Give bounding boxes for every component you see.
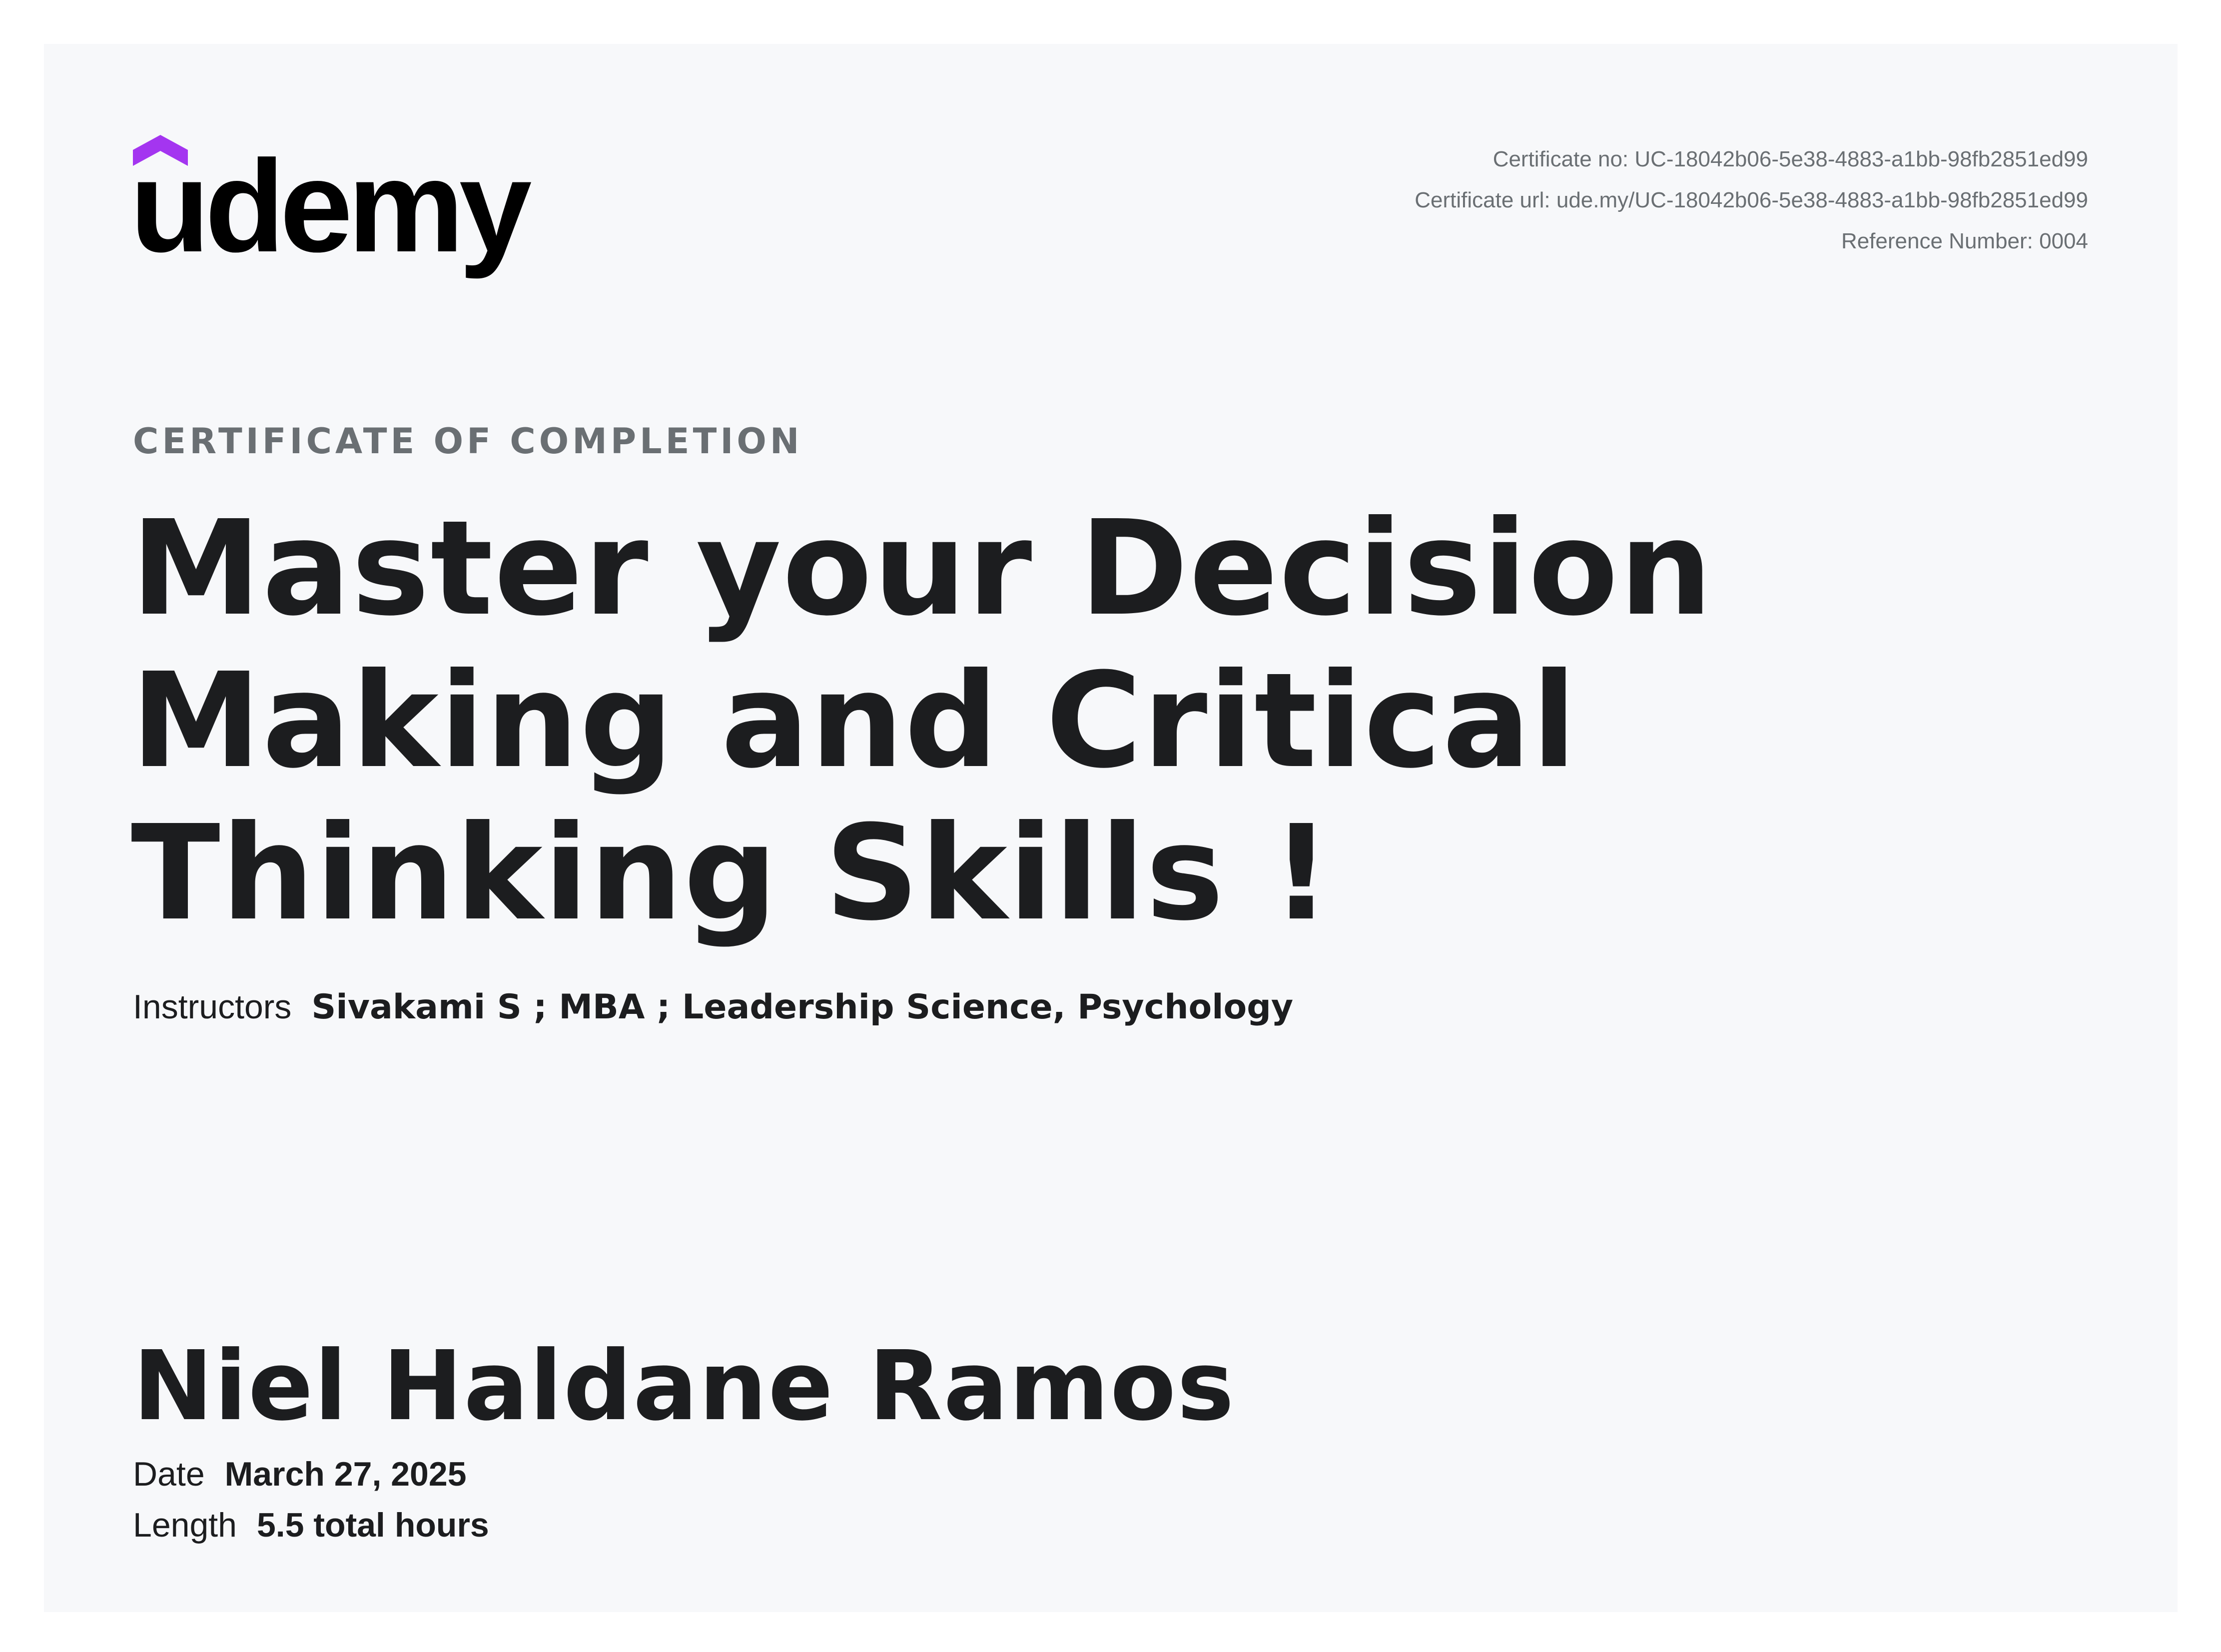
certificate-meta: Certificate no: UC-18042b06-5e38-4883-a1… [1415,139,2088,262]
certificate-number: Certificate no: UC-18042b06-5e38-4883-a1… [1492,147,2088,171]
date-row: Date March 27, 2025 [133,1452,467,1497]
recipient-name: Niel Haldane Ramos [133,1331,1235,1442]
certificate-heading: CERTIFICATE OF COMPLETION [133,421,803,462]
certificate-url: Certificate url: ude.my/UC-18042b06-5e38… [1415,188,2088,212]
date-label: Date [133,1455,205,1493]
length-value: 5.5 total hours [256,1506,489,1544]
instructors-label: Instructors [133,988,292,1026]
reference-number: Reference Number: 0004 [1841,229,2088,253]
logo-text: udemy [130,133,532,279]
date-value: March 27, 2025 [224,1455,467,1493]
length-label: Length [133,1506,237,1544]
length-row: Length 5.5 total hours [133,1503,489,1548]
instructors-value: Sivakami S ; MBA ; Leadership Science, P… [311,987,1294,1027]
instructors-row: Instructors Sivakami S ; MBA ; Leadership… [133,984,1293,1030]
course-title: Master your Decision Making and Critical… [131,492,1714,949]
udemy-logo: udemy [130,132,532,276]
